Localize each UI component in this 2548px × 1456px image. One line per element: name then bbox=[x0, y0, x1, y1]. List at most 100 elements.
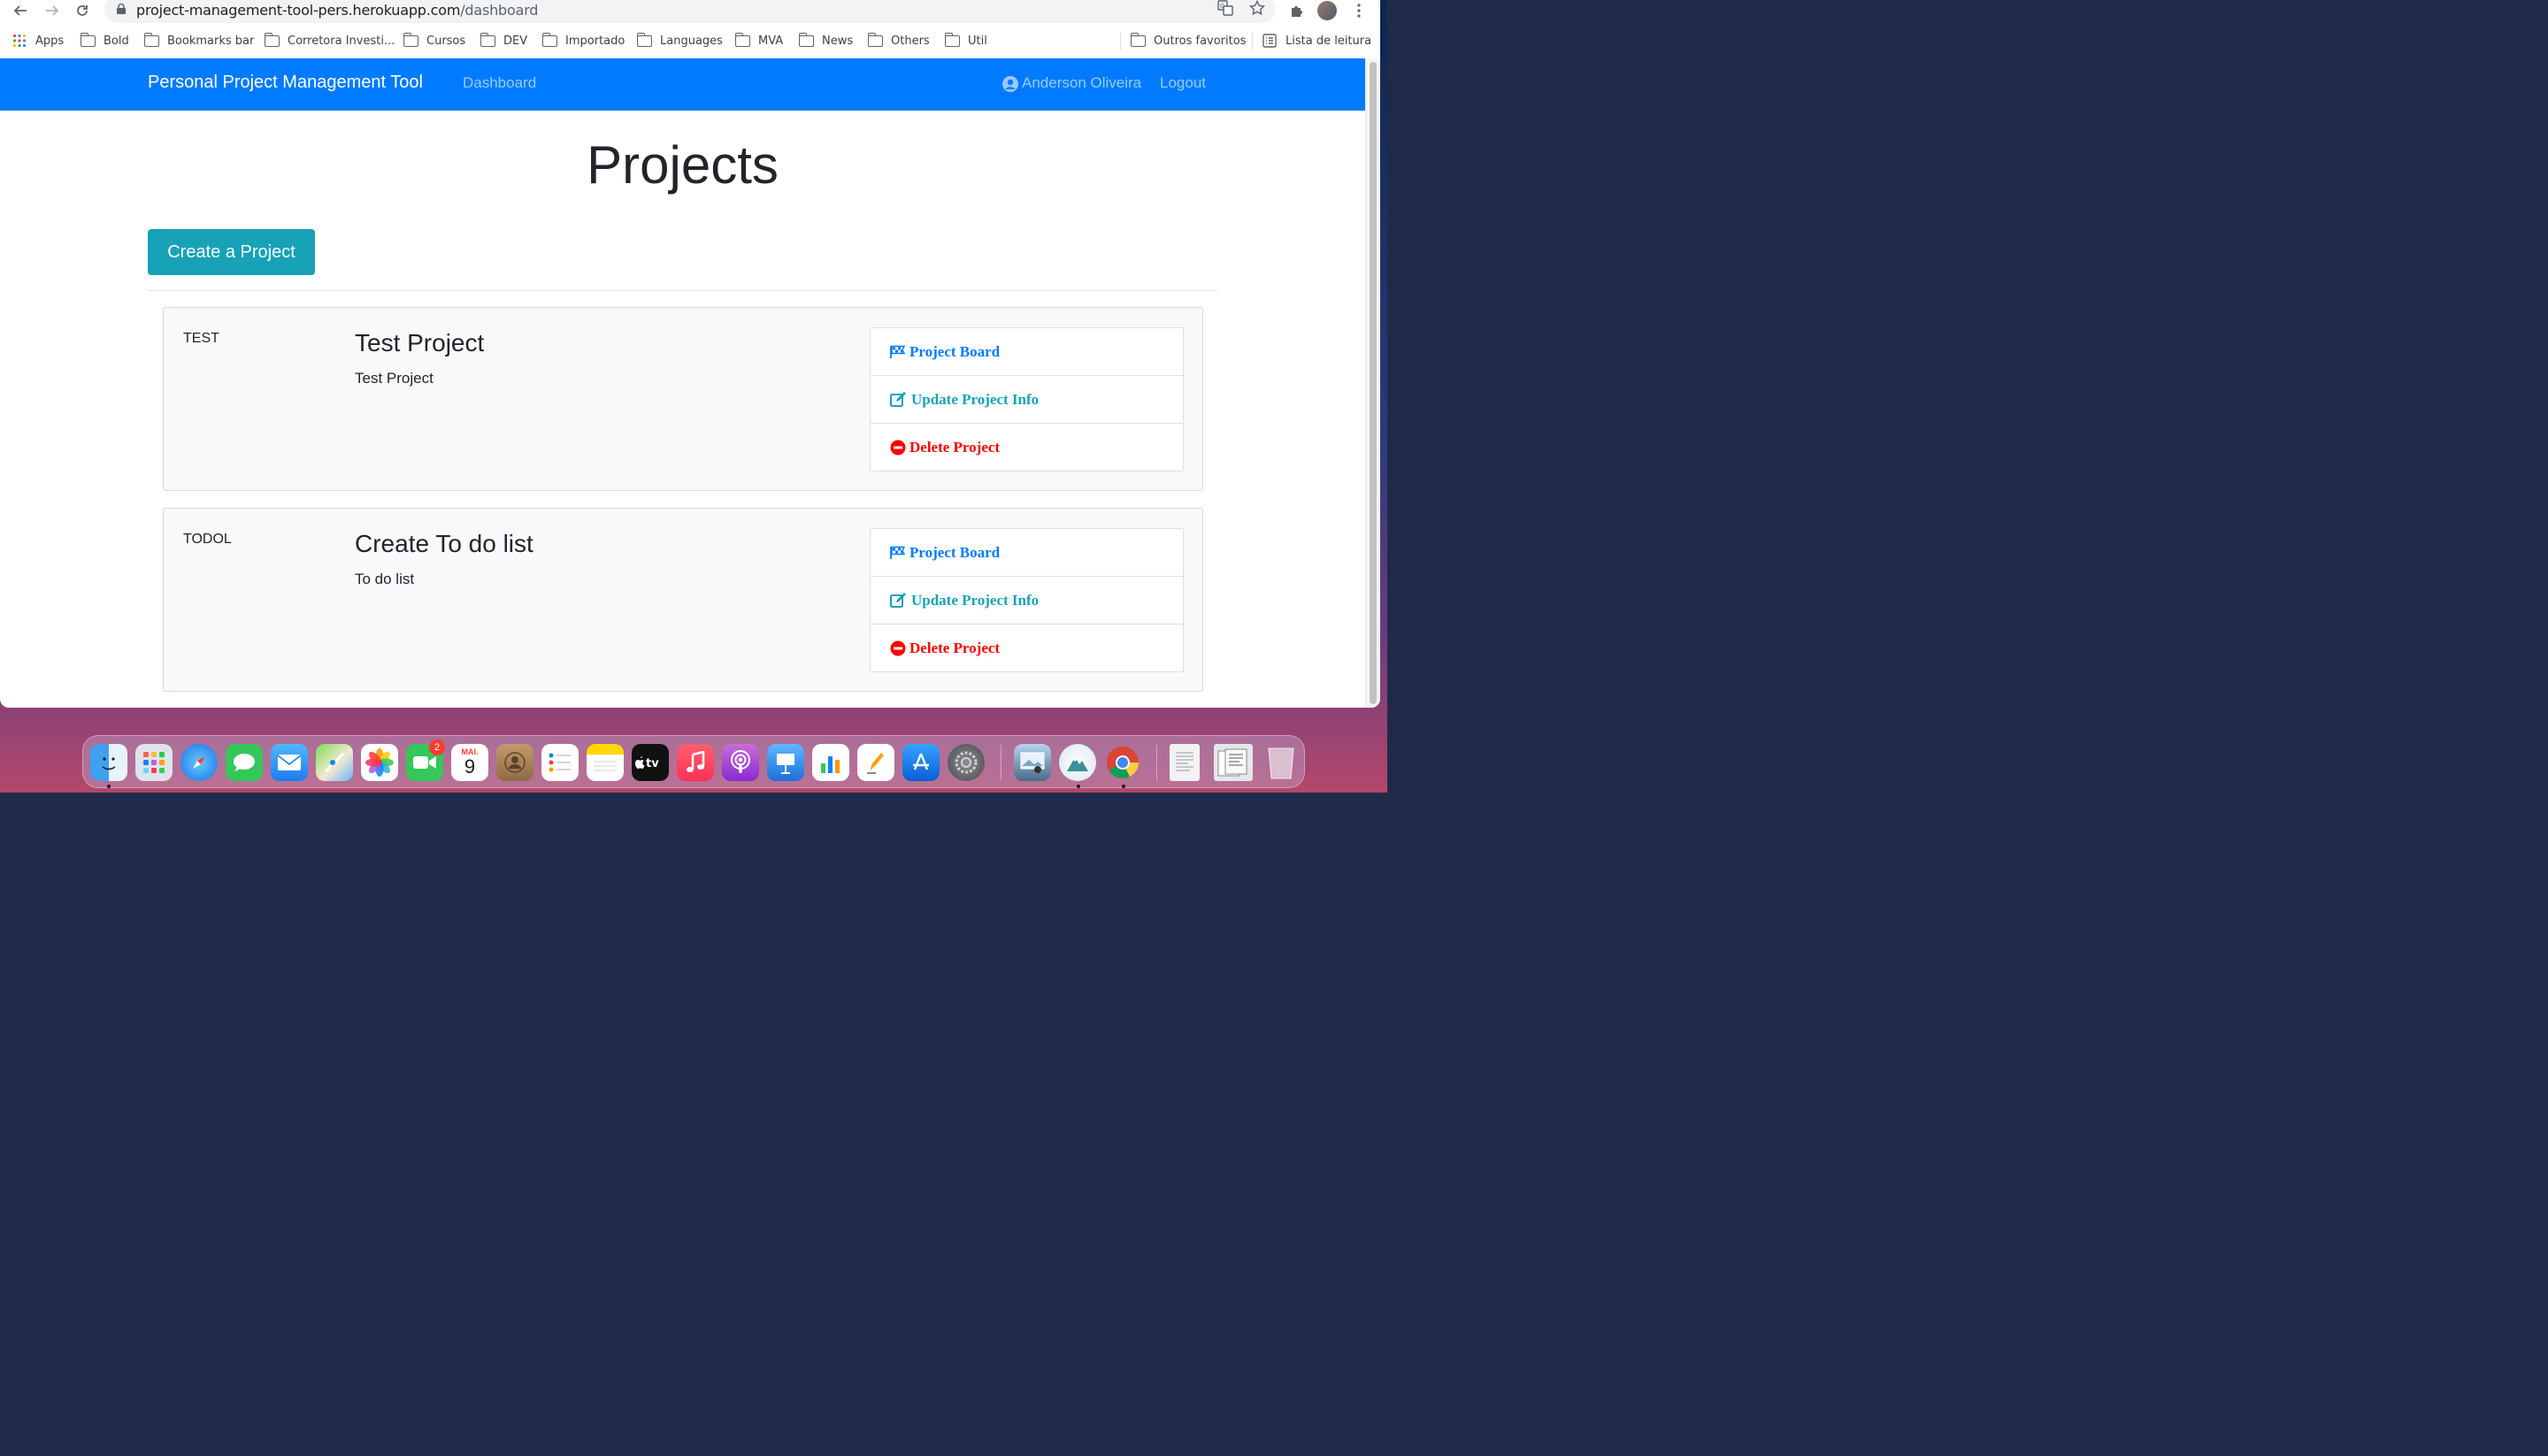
bookmark-folder-others[interactable]: Others bbox=[867, 32, 930, 50]
folder-icon bbox=[541, 32, 557, 47]
minus-circle-icon bbox=[890, 440, 906, 455]
bookmark-folder-dev[interactable]: DEV bbox=[480, 32, 527, 50]
scrollbar-thumb[interactable] bbox=[1370, 62, 1377, 704]
project-name: Test Project bbox=[355, 329, 485, 356]
running-indicator bbox=[1077, 785, 1080, 788]
project-name: Create To do list bbox=[355, 530, 533, 557]
delete-project-button[interactable]: Delete Project bbox=[870, 624, 1184, 672]
bookmark-folder-corretora[interactable]: Corretora Investi... bbox=[264, 32, 395, 50]
project-card: TEST Test Project Test Project Project B… bbox=[163, 307, 1203, 491]
address-bar[interactable]: project-management-tool-pers.herokuapp.c… bbox=[104, 0, 1276, 23]
flag-checkered-icon bbox=[890, 546, 906, 559]
notification-badge: 2 bbox=[429, 739, 445, 755]
edit-icon bbox=[890, 592, 906, 608]
bookmark-folder-bold[interactable]: Bold bbox=[80, 32, 129, 50]
chrome-icon[interactable] bbox=[1104, 744, 1141, 781]
update-project-info-button[interactable]: Update Project Info bbox=[870, 375, 1184, 424]
project-board-button[interactable]: Project Board bbox=[870, 528, 1184, 577]
mail-icon[interactable] bbox=[271, 744, 308, 781]
divider bbox=[148, 290, 1217, 291]
project-board-button[interactable]: Project Board bbox=[870, 327, 1184, 376]
back-arrow-icon[interactable] bbox=[11, 1, 30, 20]
numbers-icon[interactable] bbox=[812, 744, 849, 781]
messages-icon[interactable] bbox=[226, 744, 263, 781]
pages-icon[interactable] bbox=[857, 744, 894, 781]
photos-icon[interactable] bbox=[361, 744, 398, 781]
bookmark-apps[interactable]: Apps bbox=[12, 32, 64, 50]
page-title: Projects bbox=[587, 135, 779, 195]
bookmark-folder-news[interactable]: News bbox=[798, 32, 853, 50]
dock-separator bbox=[1001, 745, 1002, 780]
system-preferences-icon[interactable] bbox=[948, 744, 985, 781]
project-actions: Project Board Update Project Info Delete… bbox=[870, 528, 1184, 672]
maps-icon[interactable] bbox=[316, 744, 353, 781]
nav-logout-link[interactable]: Logout bbox=[1160, 74, 1206, 92]
bookmark-folder-cursos[interactable]: Cursos bbox=[403, 32, 465, 50]
app-store-icon[interactable] bbox=[902, 744, 940, 781]
browser-menu-icon[interactable] bbox=[1348, 0, 1370, 21]
keynote-icon[interactable] bbox=[767, 744, 804, 781]
safari-icon[interactable] bbox=[180, 744, 218, 781]
profile-avatar-icon[interactable] bbox=[1316, 0, 1338, 21]
apps-grid-icon bbox=[12, 34, 27, 48]
url-text[interactable]: project-management-tool-pers.herokuapp.c… bbox=[136, 2, 538, 19]
bookmark-folder-mva[interactable]: MVA bbox=[734, 32, 783, 50]
project-description: To do list bbox=[355, 571, 415, 587]
folder-icon bbox=[80, 32, 96, 47]
project-actions: Project Board Update Project Info Delete… bbox=[870, 327, 1184, 471]
reload-icon[interactable] bbox=[73, 1, 92, 20]
delete-project-button[interactable]: Delete Project bbox=[870, 423, 1184, 471]
lock-icon bbox=[117, 4, 126, 14]
page-scrollbar[interactable] bbox=[1365, 58, 1380, 708]
calendar-icon[interactable]: MAI. 9 bbox=[451, 744, 488, 781]
browser-window: project-management-tool-pers.herokuapp.c… bbox=[0, 0, 1380, 708]
finder-icon[interactable] bbox=[90, 744, 127, 781]
update-project-label: Update Project Info bbox=[911, 390, 1040, 408]
bookmark-separator bbox=[1120, 32, 1121, 50]
bookmark-folder-util[interactable]: Util bbox=[944, 32, 987, 50]
sourcetree-icon[interactable] bbox=[1059, 744, 1096, 781]
reading-list-icon bbox=[1262, 34, 1277, 48]
music-icon[interactable] bbox=[677, 744, 714, 781]
browser-toolbar: project-management-tool-pers.herokuapp.c… bbox=[0, 0, 1380, 23]
bookmark-folder-importado[interactable]: Importado bbox=[541, 32, 625, 50]
project-identifier: TEST bbox=[183, 331, 219, 346]
contacts-icon[interactable] bbox=[496, 744, 533, 781]
reading-list[interactable]: Lista de leitura bbox=[1262, 32, 1371, 50]
folder-icon bbox=[143, 32, 159, 47]
delete-project-label: Delete Project bbox=[909, 639, 1001, 656]
edit-icon bbox=[890, 391, 906, 407]
update-project-info-button[interactable]: Update Project Info bbox=[870, 576, 1184, 625]
running-indicator bbox=[1122, 785, 1125, 788]
preview-icon[interactable] bbox=[1014, 744, 1051, 781]
trash-icon[interactable] bbox=[1262, 744, 1300, 781]
bookmark-separator bbox=[1252, 32, 1253, 50]
launchpad-icon[interactable] bbox=[135, 744, 173, 781]
user-circle-icon bbox=[1002, 76, 1018, 92]
nav-dashboard-link[interactable]: Dashboard bbox=[463, 74, 536, 92]
bookmark-folder-languages[interactable]: Languages bbox=[636, 32, 723, 50]
bookmark-folder-bookmarks-bar[interactable]: Bookmarks bar bbox=[143, 32, 254, 50]
document-stack-icon[interactable] bbox=[1214, 744, 1253, 781]
create-project-button[interactable]: Create a Project bbox=[148, 229, 315, 275]
pdf-document-icon[interactable] bbox=[1170, 744, 1200, 781]
apple-tv-icon[interactable]: tv bbox=[632, 744, 669, 781]
project-card: TODOL Create To do list To do list Proje… bbox=[163, 508, 1203, 692]
folder-icon bbox=[480, 32, 495, 47]
translate-icon[interactable]: G bbox=[1216, 0, 1235, 18]
running-indicator bbox=[107, 785, 111, 788]
bookmark-folder-outros-favoritos[interactable]: Outros favoritos bbox=[1130, 32, 1246, 50]
nav-user-link[interactable]: Anderson Oliveira bbox=[1022, 74, 1141, 92]
reminders-icon[interactable] bbox=[541, 744, 579, 781]
app-navbar: Personal Project Management Tool Dashboa… bbox=[0, 58, 1365, 111]
macos-dock: MAI. 9 tv bbox=[82, 735, 1305, 788]
folder-icon bbox=[264, 32, 280, 47]
svg-text:tv: tv bbox=[646, 757, 659, 770]
podcasts-icon[interactable] bbox=[722, 744, 759, 781]
svg-text:G: G bbox=[1220, 3, 1224, 10]
navbar-brand[interactable]: Personal Project Management Tool bbox=[148, 73, 423, 93]
forward-arrow-icon[interactable] bbox=[42, 1, 62, 20]
notes-icon[interactable] bbox=[587, 744, 624, 781]
bookmark-star-icon[interactable] bbox=[1247, 0, 1267, 18]
extensions-puzzle-icon[interactable] bbox=[1286, 0, 1308, 21]
